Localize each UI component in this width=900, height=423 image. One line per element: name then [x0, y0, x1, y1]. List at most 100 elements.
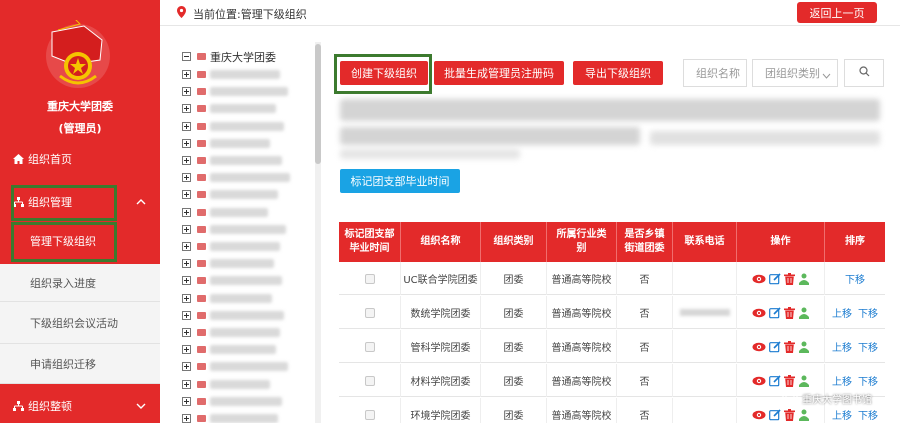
expand-icon[interactable] — [182, 190, 191, 200]
tree-node[interactable] — [182, 257, 274, 270]
expand-icon[interactable] — [182, 224, 191, 234]
expand-icon[interactable] — [182, 345, 191, 355]
nav-org-rectify[interactable]: 组织整顿 — [0, 388, 160, 423]
org-type-select[interactable]: 团组织类别 — [752, 59, 838, 87]
tree-scrollbar[interactable] — [315, 42, 321, 423]
trash-icon[interactable] — [783, 306, 795, 319]
row-checkbox[interactable] — [364, 307, 375, 318]
expand-icon[interactable] — [182, 414, 191, 423]
expand-icon[interactable] — [182, 138, 191, 148]
tree-node[interactable] — [182, 292, 272, 305]
tree-node[interactable] — [182, 360, 288, 373]
row-checkbox[interactable] — [364, 409, 375, 420]
export-sub-orgs-button[interactable]: 导出下级组织 — [573, 61, 663, 85]
tree-node[interactable] — [182, 102, 276, 115]
edit-icon[interactable] — [768, 408, 781, 421]
tree-node[interactable] — [182, 120, 284, 133]
expand-icon[interactable] — [182, 173, 191, 183]
trash-icon[interactable] — [783, 408, 795, 421]
tree-node[interactable] — [182, 154, 282, 167]
subnav-sub-org-meetings[interactable]: 下级组织会议活动 — [0, 302, 160, 344]
edit-icon[interactable] — [768, 374, 781, 387]
row-checkbox[interactable] — [364, 273, 375, 284]
collapse-icon[interactable] — [182, 52, 191, 61]
expand-icon[interactable] — [182, 121, 191, 131]
tree-node[interactable] — [182, 240, 280, 253]
move-down-link[interactable]: 下移 — [845, 271, 865, 286]
tree-node[interactable] — [182, 274, 282, 287]
expand-icon[interactable] — [182, 70, 191, 79]
user-group-icon[interactable] — [798, 273, 810, 285]
nav-home[interactable]: 组织首页 — [0, 144, 160, 174]
expand-icon[interactable] — [182, 259, 191, 269]
redacted-node-label — [210, 276, 282, 286]
expand-icon[interactable] — [182, 328, 191, 337]
user-group-icon[interactable] — [798, 409, 810, 421]
tree-node[interactable] — [182, 223, 286, 236]
subnav-entry-progress[interactable]: 组织录入进度 — [0, 264, 160, 302]
tree-scroll-thumb[interactable] — [315, 44, 321, 164]
th-phone: 联系电话 — [673, 222, 737, 262]
view-icon[interactable] — [752, 376, 766, 386]
trash-icon[interactable] — [783, 374, 795, 387]
redacted-node-label — [210, 138, 270, 148]
edit-icon[interactable] — [768, 272, 781, 285]
expand-icon[interactable] — [182, 276, 191, 286]
expand-icon[interactable] — [182, 207, 191, 217]
trash-icon[interactable] — [783, 272, 795, 285]
tree-node[interactable] — [182, 68, 280, 81]
row-checkbox[interactable] — [364, 341, 375, 352]
tree-node[interactable] — [182, 137, 270, 150]
expand-icon[interactable] — [182, 156, 191, 165]
back-button[interactable]: 返回上一页 — [797, 2, 877, 23]
move-up-link[interactable]: 上移 — [832, 339, 852, 354]
edit-icon[interactable] — [768, 340, 781, 353]
expand-icon[interactable] — [182, 242, 191, 251]
view-icon[interactable] — [752, 274, 766, 284]
move-down-link[interactable]: 下移 — [858, 339, 878, 354]
tree-node[interactable] — [182, 171, 290, 184]
expand-icon[interactable] — [182, 104, 191, 114]
move-up-link[interactable]: 上移 — [832, 305, 852, 320]
batch-generate-codes-button[interactable]: 批量生成管理员注册码 — [434, 61, 564, 85]
tree-node[interactable] — [182, 85, 288, 98]
redacted-node-label — [210, 156, 282, 165]
user-group-icon[interactable] — [798, 307, 810, 319]
subnav-apply-migration[interactable]: 申请组织迁移 — [0, 344, 160, 384]
create-sub-org-button[interactable]: 创建下级组织 — [340, 61, 428, 85]
expand-icon[interactable] — [182, 87, 191, 97]
tree-node[interactable] — [182, 395, 282, 408]
row-checkbox[interactable] — [364, 375, 375, 386]
view-icon[interactable] — [752, 342, 766, 352]
expand-icon[interactable] — [182, 310, 191, 320]
cell-industry: 普通高等院校 — [547, 330, 617, 363]
expand-icon[interactable] — [182, 396, 191, 406]
move-down-link[interactable]: 下移 — [858, 305, 878, 320]
folder-icon — [197, 397, 206, 405]
table-row: 管科学院团委 团委 普通高等院校否 上移 下移 — [339, 330, 885, 363]
tree-node[interactable] — [182, 309, 284, 322]
tree-node[interactable] — [182, 206, 268, 219]
tree-node[interactable] — [182, 188, 278, 201]
tree-node[interactable] — [182, 343, 276, 356]
expand-icon[interactable] — [182, 362, 191, 372]
org-name-input[interactable]: 组织名称 — [683, 59, 747, 87]
edit-icon[interactable] — [768, 306, 781, 319]
tree-node[interactable] — [182, 378, 270, 391]
user-group-icon[interactable] — [798, 375, 810, 387]
tree-root[interactable]: 重庆大学团委 — [182, 50, 276, 64]
trash-icon[interactable] — [783, 340, 795, 353]
tree-node[interactable] — [182, 326, 280, 339]
search-button[interactable] — [844, 59, 884, 87]
view-icon[interactable] — [752, 410, 766, 420]
expand-icon[interactable] — [182, 293, 191, 303]
tree-node[interactable] — [182, 412, 278, 423]
table-header: 标记团支部 毕业时间 组织名称 组织类别 所属行业类别 是否乡镇 街道团委 联系电话… — [339, 222, 885, 262]
user-group-icon[interactable] — [798, 341, 810, 353]
cell-township: 否 — [617, 296, 673, 329]
expand-icon[interactable] — [182, 379, 191, 389]
folder-icon — [197, 225, 206, 233]
view-icon[interactable] — [752, 308, 766, 318]
folder-icon — [197, 71, 206, 78]
mark-graduation-time-button[interactable]: 标记团支部毕业时间 — [340, 169, 460, 193]
